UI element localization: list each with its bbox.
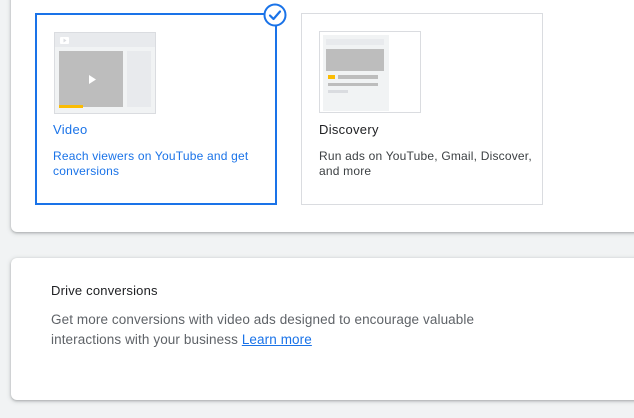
- selected-check-icon: [263, 3, 287, 27]
- card-description: Reach viewers on YouTube and get convers…: [53, 149, 249, 178]
- discovery-thumbnail-icon: [319, 31, 421, 113]
- learn-more-link[interactable]: Learn more: [242, 332, 312, 347]
- campaign-type-card-discovery[interactable]: Discovery Run ads on YouTube, Gmail, Dis…: [301, 13, 543, 205]
- campaign-type-card-video[interactable]: Video Reach viewers on YouTube and get c…: [35, 13, 277, 205]
- video-thumbnail-icon: [54, 32, 156, 114]
- card-description: Run ads on YouTube, Gmail, Discover, and…: [319, 149, 532, 178]
- subtype-title: Drive conversions: [51, 283, 158, 298]
- subtype-description: Get more conversions with video ads desi…: [51, 310, 521, 350]
- card-title: Discovery: [319, 122, 379, 137]
- card-title: Video: [53, 122, 88, 137]
